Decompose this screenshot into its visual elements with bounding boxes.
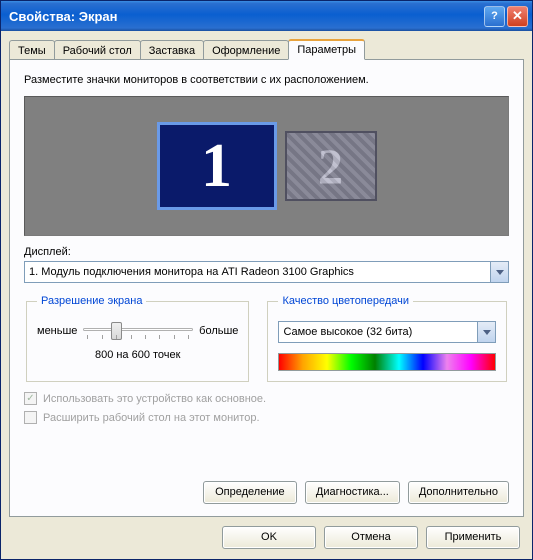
tab-panel-settings: Разместите значки мониторов в соответств… <box>9 59 524 517</box>
tab-appearance[interactable]: Оформление <box>203 40 289 60</box>
resolution-more-label: больше <box>199 325 238 337</box>
tab-settings[interactable]: Параметры <box>288 39 365 60</box>
resolution-legend: Разрешение экрана <box>37 295 146 307</box>
resolution-slider[interactable] <box>83 319 193 343</box>
color-spectrum-preview <box>278 353 496 371</box>
help-button[interactable]: ? <box>484 6 505 27</box>
color-quality-select[interactable] <box>278 321 496 343</box>
troubleshoot-button[interactable]: Диагностика... <box>305 481 400 504</box>
apply-button[interactable]: Применить <box>426 526 520 549</box>
color-quality-dropdown-button[interactable] <box>478 321 496 343</box>
display-select[interactable] <box>24 261 509 283</box>
resolution-group: Разрешение экрана меньше больше 800 на 6… <box>26 295 249 382</box>
tabstrip: Темы Рабочий стол Заставка Оформление Па… <box>9 40 524 60</box>
tab-screensaver[interactable]: Заставка <box>140 40 204 60</box>
resolution-less-label: меньше <box>37 325 77 337</box>
primary-device-checkbox: ✓ Использовать это устройство как основн… <box>24 392 509 405</box>
monitor-1-icon[interactable]: 1 <box>157 122 277 210</box>
window-title: Свойства: Экран <box>9 9 484 24</box>
close-button[interactable]: ✕ <box>507 6 528 27</box>
color-quality-legend: Качество цветопередачи <box>278 295 413 307</box>
color-quality-value[interactable] <box>278 321 478 343</box>
display-select-value[interactable] <box>24 261 491 283</box>
monitor-2-icon[interactable]: 2 <box>285 131 377 201</box>
primary-device-label: Использовать это устройство как основное… <box>43 393 266 405</box>
display-label: Дисплей: <box>24 246 509 258</box>
checkbox-icon <box>24 411 37 424</box>
titlebar[interactable]: Свойства: Экран ? ✕ <box>1 1 532 31</box>
chevron-down-icon <box>483 330 491 335</box>
color-quality-group: Качество цветопередачи <box>267 295 507 382</box>
display-select-dropdown-button[interactable] <box>491 261 509 283</box>
tab-themes[interactable]: Темы <box>9 40 55 60</box>
tab-desktop[interactable]: Рабочий стол <box>54 40 141 60</box>
identify-button[interactable]: Определение <box>203 481 297 504</box>
extend-desktop-label: Расширить рабочий стол на этот монитор. <box>43 412 260 424</box>
ok-button[interactable]: OK <box>222 526 316 549</box>
monitor-arrange-area[interactable]: 1 2 <box>24 96 509 236</box>
extend-desktop-checkbox: Расширить рабочий стол на этот монитор. <box>24 411 509 424</box>
advanced-button[interactable]: Дополнительно <box>408 481 509 504</box>
display-properties-dialog: Свойства: Экран ? ✕ Темы Рабочий стол За… <box>0 0 533 560</box>
checkbox-icon: ✓ <box>24 392 37 405</box>
cancel-button[interactable]: Отмена <box>324 526 418 549</box>
resolution-value: 800 на 600 точек <box>37 349 238 361</box>
chevron-down-icon <box>496 270 504 275</box>
arrange-instruction: Разместите значки мониторов в соответств… <box>24 74 509 86</box>
